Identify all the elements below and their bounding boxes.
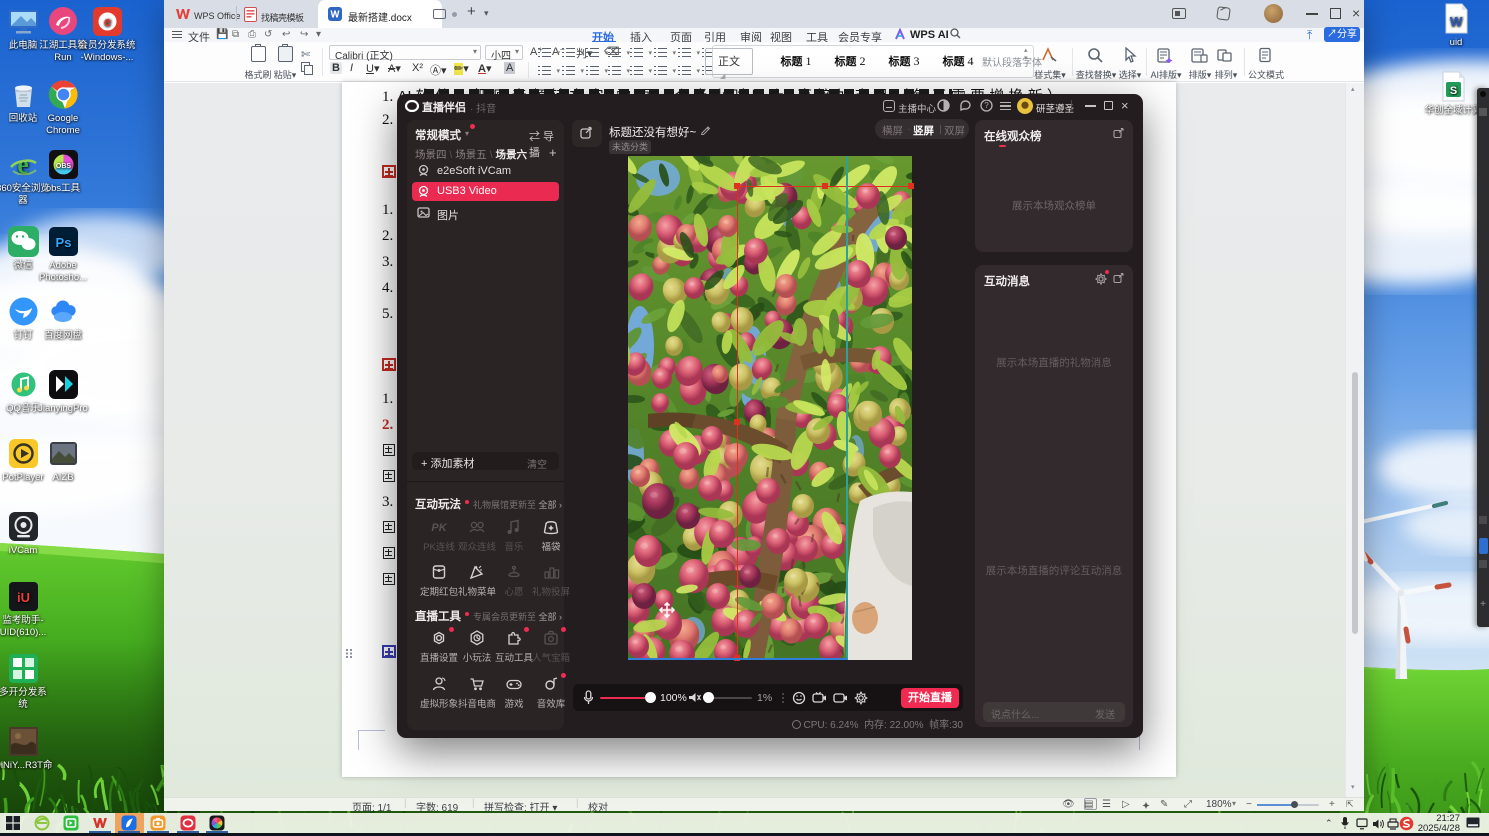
svg-text:S: S: [1449, 85, 1456, 97]
svg-text:PK: PK: [431, 522, 447, 534]
svg-text:Ps: Ps: [55, 235, 71, 250]
svg-text:?: ?: [984, 101, 989, 110]
svg-text:W: W: [1449, 14, 1462, 29]
svg-text:iU: iU: [17, 590, 30, 605]
svg-text:e: e: [103, 14, 110, 29]
svg-text:OBS: OBS: [55, 163, 71, 170]
